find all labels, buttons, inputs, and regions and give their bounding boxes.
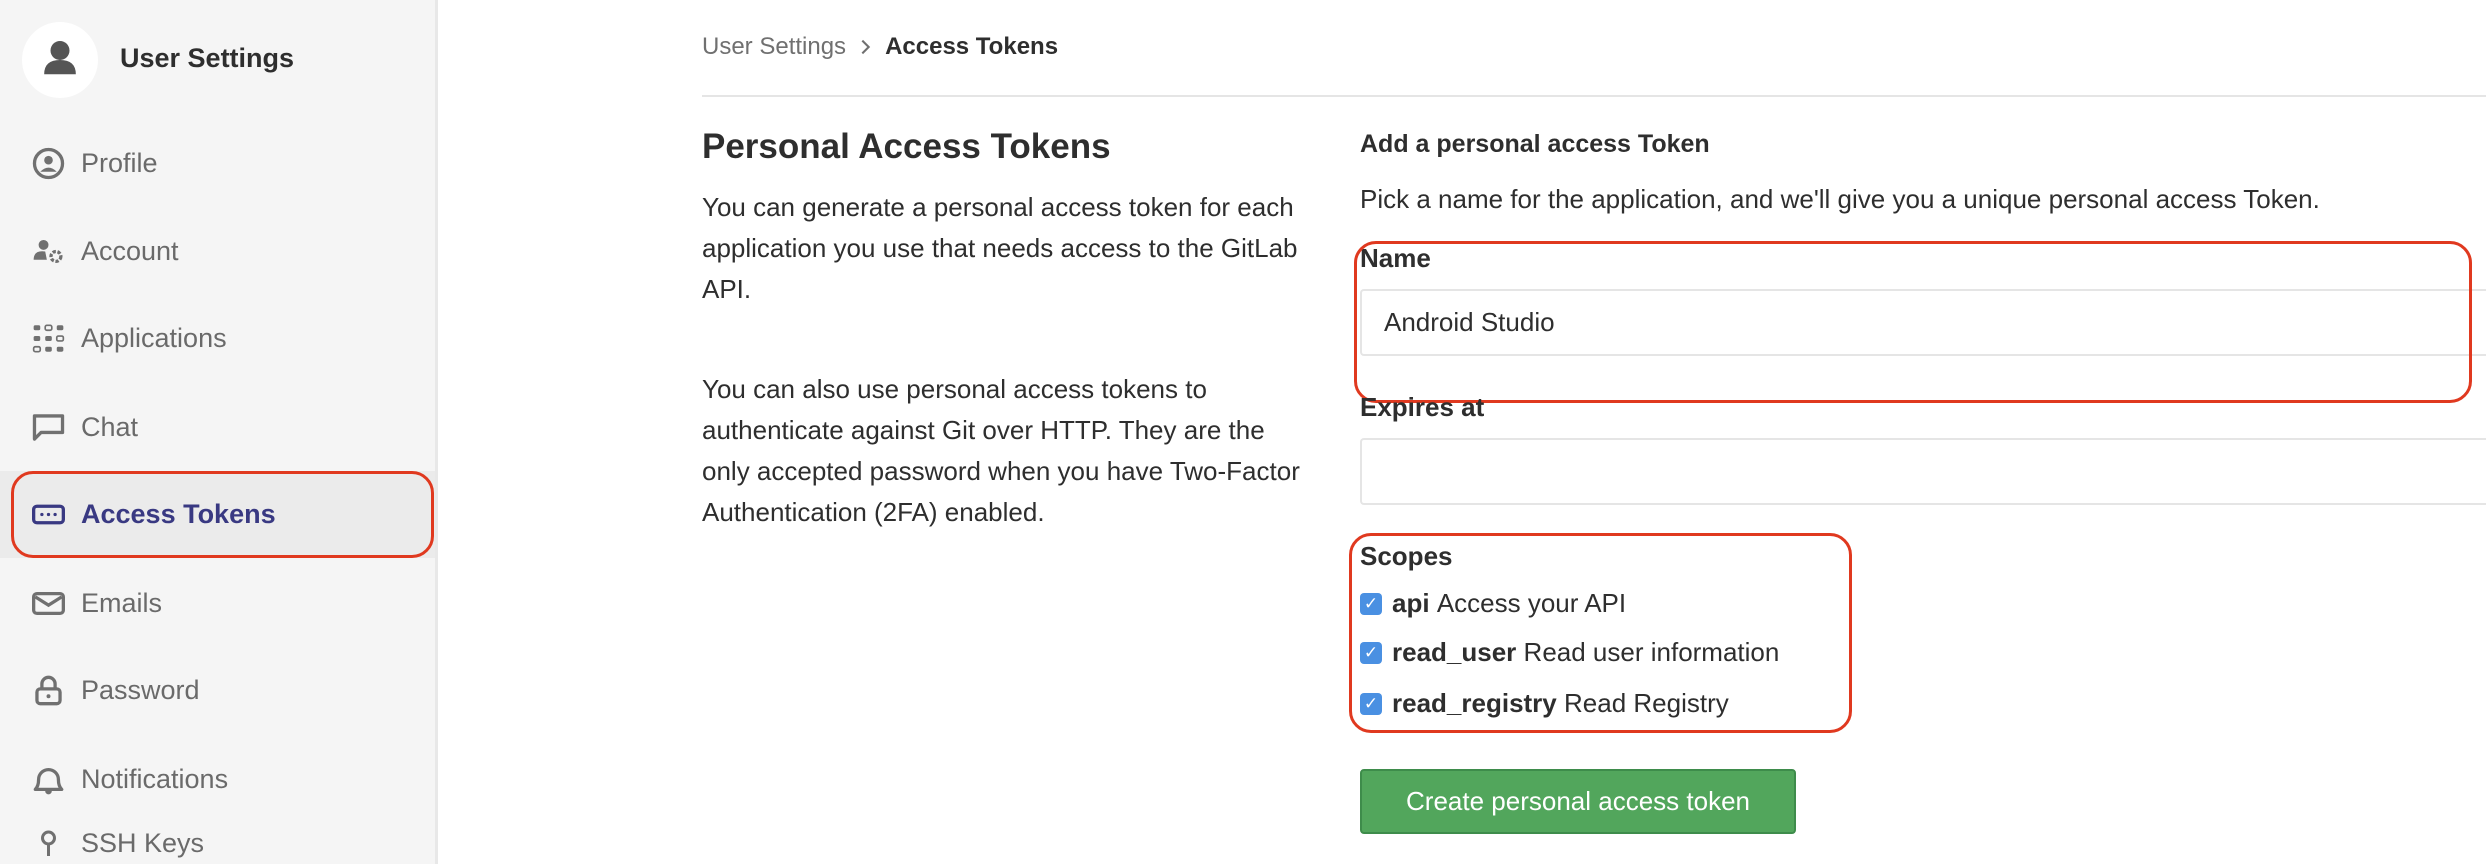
sidebar-item-chat[interactable]: Chat [0, 384, 435, 471]
scope-name: api [1392, 588, 1430, 618]
expires-input[interactable] [1360, 438, 2486, 505]
account-icon [33, 239, 63, 264]
chevron-right-icon [861, 39, 871, 55]
sidebar-item-label: Notifications [81, 764, 229, 794]
user-icon [44, 41, 76, 75]
scope-name: read_user [1392, 637, 1517, 667]
checkbox-checked-icon[interactable]: ✓ [1360, 592, 1382, 615]
checkbox-checked-icon[interactable]: ✓ [1360, 692, 1382, 715]
name-input[interactable]: Android Studio [1360, 289, 2486, 356]
email-icon [32, 591, 65, 616]
intro-paragraph: You can generate a personal access token… [702, 192, 1298, 304]
scope-api[interactable]: ✓ api Access your API [1360, 588, 1626, 619]
sidebar-item-label: SSH Keys [81, 828, 205, 858]
chat-icon [32, 414, 65, 441]
sidebar-item-label: Access Tokens [81, 499, 276, 529]
sidebar-item-label: Profile [81, 148, 158, 178]
scope-name: read_registry [1392, 688, 1557, 718]
create-token-button[interactable]: Create personal access token [1360, 769, 1796, 834]
intro-paragraph: You can also use personal access tokens … [702, 374, 1300, 527]
form-description: Pick a name for the application, and we'… [1360, 184, 2320, 214]
scope-desc: Access your API [1436, 588, 1627, 618]
bell-icon [33, 767, 64, 795]
sidebar-item-label: Chat [81, 412, 139, 442]
lock-icon [35, 675, 62, 706]
form-heading: Add a personal access Token [1360, 130, 1710, 158]
sidebar-item-applications[interactable]: Applications [0, 295, 435, 382]
sidebar-item-label: Emails [81, 588, 163, 618]
sidebar-item-emails[interactable]: Emails [0, 560, 435, 647]
sidebar-item-notifications[interactable]: Notifications [0, 736, 435, 823]
sidebar-item-profile[interactable]: Profile [0, 120, 435, 207]
scope-read-registry[interactable]: ✓ read_registry Read Registry [1360, 688, 1729, 719]
sidebar-item-label: Applications [81, 323, 227, 353]
sidebar-item-account[interactable]: Account [0, 208, 435, 295]
sidebar: User Settings Profile Account Applicatio… [0, 0, 438, 864]
page-title: Personal Access Tokens [702, 127, 1111, 166]
name-label: Name [1360, 243, 1431, 273]
checkbox-checked-icon[interactable]: ✓ [1360, 641, 1382, 664]
key-icon [41, 830, 56, 856]
breadcrumb-parent[interactable]: User Settings [702, 33, 846, 61]
sidebar-item-label: Password [81, 675, 200, 705]
token-icon [32, 504, 65, 525]
scope-read-user[interactable]: ✓ read_user Read user information [1360, 637, 1779, 668]
sidebar-item-password[interactable]: Password [0, 647, 435, 734]
scope-desc: Read user information [1523, 637, 1780, 667]
sidebar-item-label: Account [81, 236, 179, 266]
avatar[interactable] [22, 22, 98, 98]
divider [702, 95, 2486, 97]
sidebar-item-ssh-keys[interactable]: SSH Keys [0, 823, 435, 864]
expires-label: Expires at [1360, 392, 1485, 422]
profile-icon [32, 147, 65, 180]
scopes-label: Scopes [1360, 541, 1453, 571]
sidebar-item-access-tokens[interactable]: Access Tokens [0, 471, 435, 558]
applications-icon [32, 324, 65, 353]
breadcrumb: User Settings Access Tokens [702, 33, 1058, 61]
scope-desc: Read Registry [1564, 688, 1729, 718]
breadcrumb-current: Access Tokens [885, 33, 1059, 60]
sidebar-title: User Settings [120, 43, 295, 73]
